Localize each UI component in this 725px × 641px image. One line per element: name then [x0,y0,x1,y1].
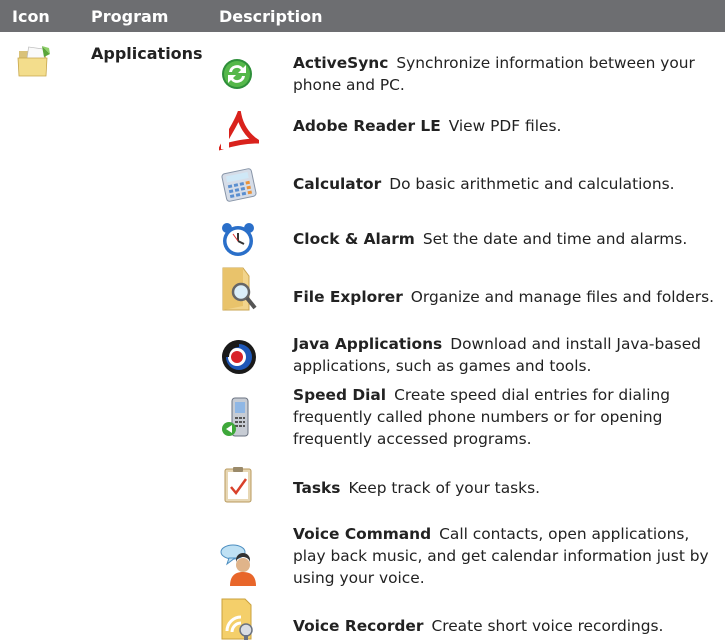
item-name: Calculator [293,175,382,193]
header-description-column: Description [219,7,323,26]
file-explorer-icon [222,267,257,311]
item-description: Keep track of your tasks. [348,479,540,497]
item-name: Voice Recorder [293,617,424,635]
program-name: Applications [91,44,203,63]
item-name: Clock & Alarm [293,230,415,248]
folder-icon [17,46,50,77]
item-name: Java Applications [293,335,443,353]
item-name: Voice Command [293,525,432,543]
item-name: Adobe Reader LE [293,117,441,135]
speed-dial-icon [222,397,249,437]
voice-command-icon [220,544,256,586]
header-program-column: Program [91,7,169,26]
alarm-clock-icon [222,223,254,256]
calculator-icon [221,168,257,202]
table-header: Icon Program Description [0,0,725,32]
item-description: Set the date and time and alarms. [422,230,688,248]
item-name: Tasks [293,479,341,497]
item-description: Do basic arithmetic and calculations. [389,175,675,193]
java-icon [222,340,256,374]
item-name: ActiveSync [293,54,389,72]
item-name: Speed Dial [293,386,387,404]
item-description: Organize and manage files and folders. [410,288,715,306]
tasks-icon [224,467,252,503]
adobe-reader-icon [219,111,259,151]
item-name: File Explorer [293,288,403,306]
item-description: Create short voice recordings. [431,617,664,635]
activesync-icon [222,59,252,89]
voice-recorder-icon [221,598,253,640]
item-description: View PDF files. [448,117,562,135]
header-icon-column: Icon [12,7,50,26]
